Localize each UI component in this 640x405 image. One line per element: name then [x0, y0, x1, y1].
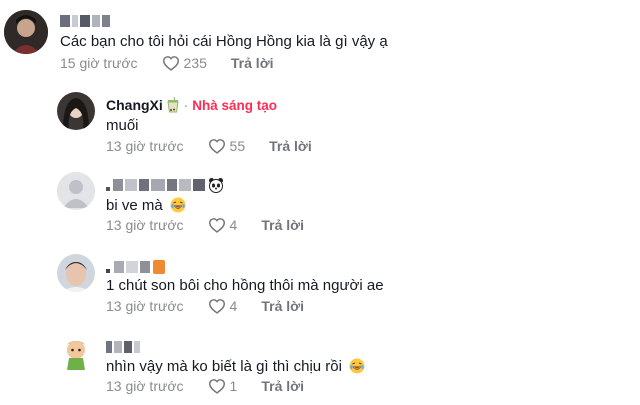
timestamp: 13 giờ trước [106, 217, 184, 233]
avatar[interactable] [57, 334, 95, 372]
username[interactable]: ChangXi [106, 97, 163, 113]
like-count: 55 [229, 138, 246, 154]
comment-meta: 15 giờ trước 235 Trả lời [60, 54, 274, 72]
laughing-emoji-icon [349, 358, 365, 374]
like-button[interactable]: 1 [208, 378, 238, 394]
reply-item: 1 chút son bôi cho hồng thôi mà người ae… [0, 252, 640, 322]
reply-item: nhìn vậy mà ko biết là gì thì chịu rồi 1… [0, 332, 640, 404]
comment-text-content: nhìn vậy mà ko biết là gì thì chịu rồi [106, 358, 342, 375]
comment-text: nhìn vậy mà ko biết là gì thì chịu rồi [106, 358, 365, 375]
comment-item: Các bạn cho tôi hỏi cái Hồng Hồng kia là… [0, 0, 640, 80]
username-row: ChangXi · Nhà sáng tạo [106, 96, 277, 114]
bubble-tea-emoji-icon [167, 97, 179, 113]
timestamp: 13 giờ trước [106, 138, 184, 154]
username[interactable] [106, 258, 165, 276]
comment-meta: 13 giờ trước 4 Trả lời [106, 216, 304, 234]
comment-meta: 13 giờ trước 55 Trả lời [106, 137, 312, 155]
comment-text: bi ve mà [106, 197, 186, 214]
heart-outline-icon [162, 56, 179, 71]
avatar[interactable] [57, 92, 95, 130]
reply-item: bi ve mà 13 giờ trước 4 Trả lời [0, 168, 640, 238]
reply-item: ChangXi · Nhà sáng tạo muối 13 giờ trước… [0, 86, 640, 156]
like-count: 1 [229, 378, 238, 394]
reply-button[interactable]: Trả lời [261, 217, 304, 233]
reply-button[interactable]: Trả lời [261, 378, 304, 394]
like-count: 4 [229, 217, 238, 233]
comment-text: 1 chút son bôi cho hồng thôi mà người ae [106, 277, 384, 294]
laughing-emoji-icon [170, 197, 186, 213]
comment-meta: 13 giờ trước 4 Trả lời [106, 297, 304, 315]
creator-badge: Nhà sáng tạo [192, 97, 278, 113]
heart-outline-icon [208, 218, 225, 233]
like-button[interactable]: 235 [162, 55, 207, 71]
reply-button[interactable]: Trả lời [231, 55, 274, 71]
heart-outline-icon [208, 379, 225, 394]
comment-meta: 13 giờ trước 1 Trả lời [106, 377, 304, 395]
reply-button[interactable]: Trả lời [261, 298, 304, 314]
comment-text: muối [106, 117, 139, 134]
avatar[interactable] [4, 10, 48, 54]
avatar[interactable] [57, 254, 95, 292]
like-button[interactable]: 4 [208, 298, 238, 314]
like-count: 235 [183, 55, 207, 71]
username[interactable] [106, 176, 224, 194]
timestamp: 13 giờ trước [106, 378, 184, 394]
timestamp: 13 giờ trước [106, 298, 184, 314]
username[interactable] [106, 338, 140, 356]
panda-emoji-icon [209, 178, 223, 193]
heart-outline-icon [208, 139, 225, 154]
heart-outline-icon [208, 299, 225, 314]
like-count: 4 [229, 298, 238, 314]
separator: · [183, 97, 189, 113]
avatar[interactable] [57, 172, 95, 210]
comment-text-content: bi ve mà [106, 197, 163, 214]
comment-text: Các bạn cho tôi hỏi cái Hồng Hồng kia là… [60, 33, 388, 50]
like-button[interactable]: 4 [208, 217, 238, 233]
like-button[interactable]: 55 [208, 138, 246, 154]
reply-button[interactable]: Trả lời [269, 138, 312, 154]
username[interactable] [60, 12, 110, 30]
timestamp: 15 giờ trước [60, 55, 138, 71]
